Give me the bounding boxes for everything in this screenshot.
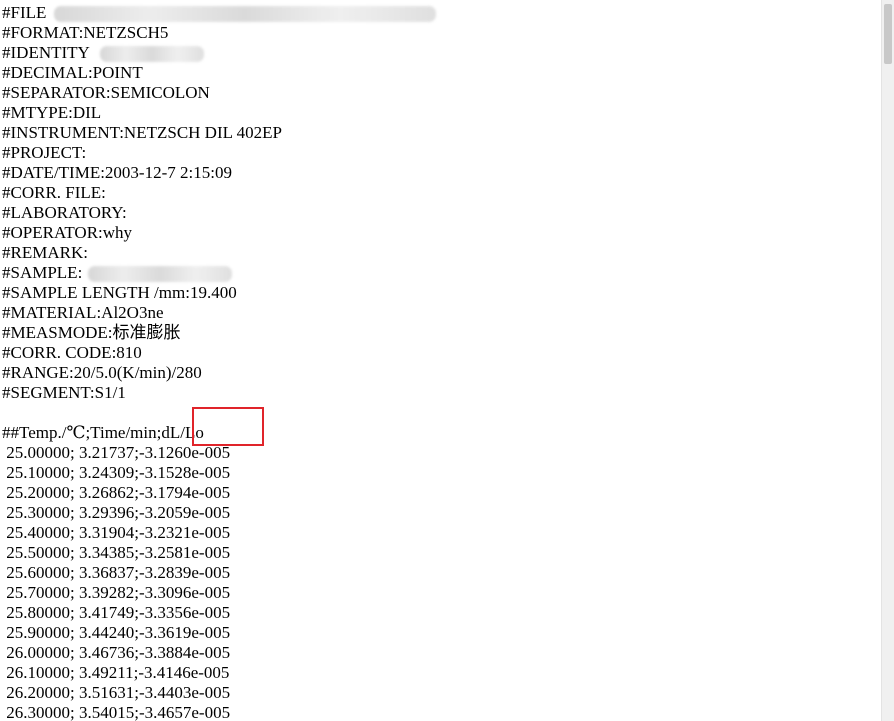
header-line-material: #MATERIAL:Al2O3ne (2, 303, 164, 322)
header-line-laboratory: #LABORATORY: (2, 203, 127, 222)
header-line-corr-file: #CORR. FILE: (2, 183, 106, 202)
file-text-lines: #FILE #FORMAT:NETZSCH5 #IDENTITY #DECIMA… (2, 3, 437, 721)
redacted-identity (99, 46, 204, 63)
redacted-sample (88, 266, 233, 283)
header-line-operator: #OPERATOR:why (2, 223, 133, 242)
header-line-remark: #REMARK: (2, 243, 88, 262)
data-row: 25.20000; 3.26862;-3.1794e-005 (2, 483, 231, 502)
data-row: 25.80000; 3.41749;-3.3356e-005 (2, 603, 231, 622)
data-row: 25.10000; 3.24309;-3.1528e-005 (2, 463, 231, 482)
data-row: 26.10000; 3.49211;-3.4146e-005 (2, 663, 230, 682)
vertical-scrollbar[interactable] (881, 0, 894, 721)
data-row: 25.90000; 3.44240;-3.3619e-005 (2, 623, 231, 642)
header-line-separator: #SEPARATOR:SEMICOLON (2, 83, 210, 102)
data-row: 25.60000; 3.36837;-3.2839e-005 (2, 563, 231, 582)
header-line-range: #RANGE:20/5.0(K/min)/280 (2, 363, 202, 382)
header-line-mtype: #MTYPE:DIL (2, 103, 102, 122)
data-row: 25.70000; 3.39282;-3.3096e-005 (2, 583, 231, 602)
data-row: 26.00000; 3.46736;-3.3884e-005 (2, 643, 231, 662)
header-line-format: #FORMAT:NETZSCH5 (2, 23, 169, 42)
header-line-corr-code: #CORR. CODE:810 (2, 343, 142, 362)
header-line-sample: #SAMPLE: (2, 263, 436, 283)
data-row: 26.30000; 3.54015;-3.4657e-005 (2, 703, 231, 721)
data-row: 25.40000; 3.31904;-3.2321e-005 (2, 523, 231, 542)
header-line-segment: #SEGMENT:S1/1 (2, 383, 126, 402)
data-row: 25.30000; 3.29396;-3.2059e-005 (2, 503, 231, 522)
scrollbar-thumb[interactable] (884, 4, 892, 64)
header-line-sample-length: #SAMPLE LENGTH /mm:19.400 (2, 283, 237, 302)
header-line-decimal: #DECIMAL:POINT (2, 63, 143, 82)
data-row: 26.20000; 3.51631;-3.4403e-005 (2, 683, 231, 702)
data-row: 25.50000; 3.34385;-3.2581e-005 (2, 543, 231, 562)
text-editor-content[interactable]: #FILE #FORMAT:NETZSCH5 #IDENTITY #DECIMA… (0, 0, 881, 721)
header-line-file: #FILE (2, 3, 437, 23)
header-line-datetime: #DATE/TIME:2003-12-7 2:15:09 (2, 163, 232, 182)
header-line-measmode: #MEASMODE:标准膨胀 (2, 323, 181, 342)
header-line-instrument: #INSTRUMENT:NETZSCH DIL 402EP (2, 123, 282, 142)
column-header-line: ##Temp./℃;Time/min;dL/Lo (2, 423, 204, 442)
data-row: 25.00000; 3.21737;-3.1260e-005 (2, 443, 231, 462)
redacted-file-name (54, 6, 437, 23)
header-line-project: #PROJECT: (2, 143, 87, 162)
header-line-identity: #IDENTITY (2, 43, 436, 63)
